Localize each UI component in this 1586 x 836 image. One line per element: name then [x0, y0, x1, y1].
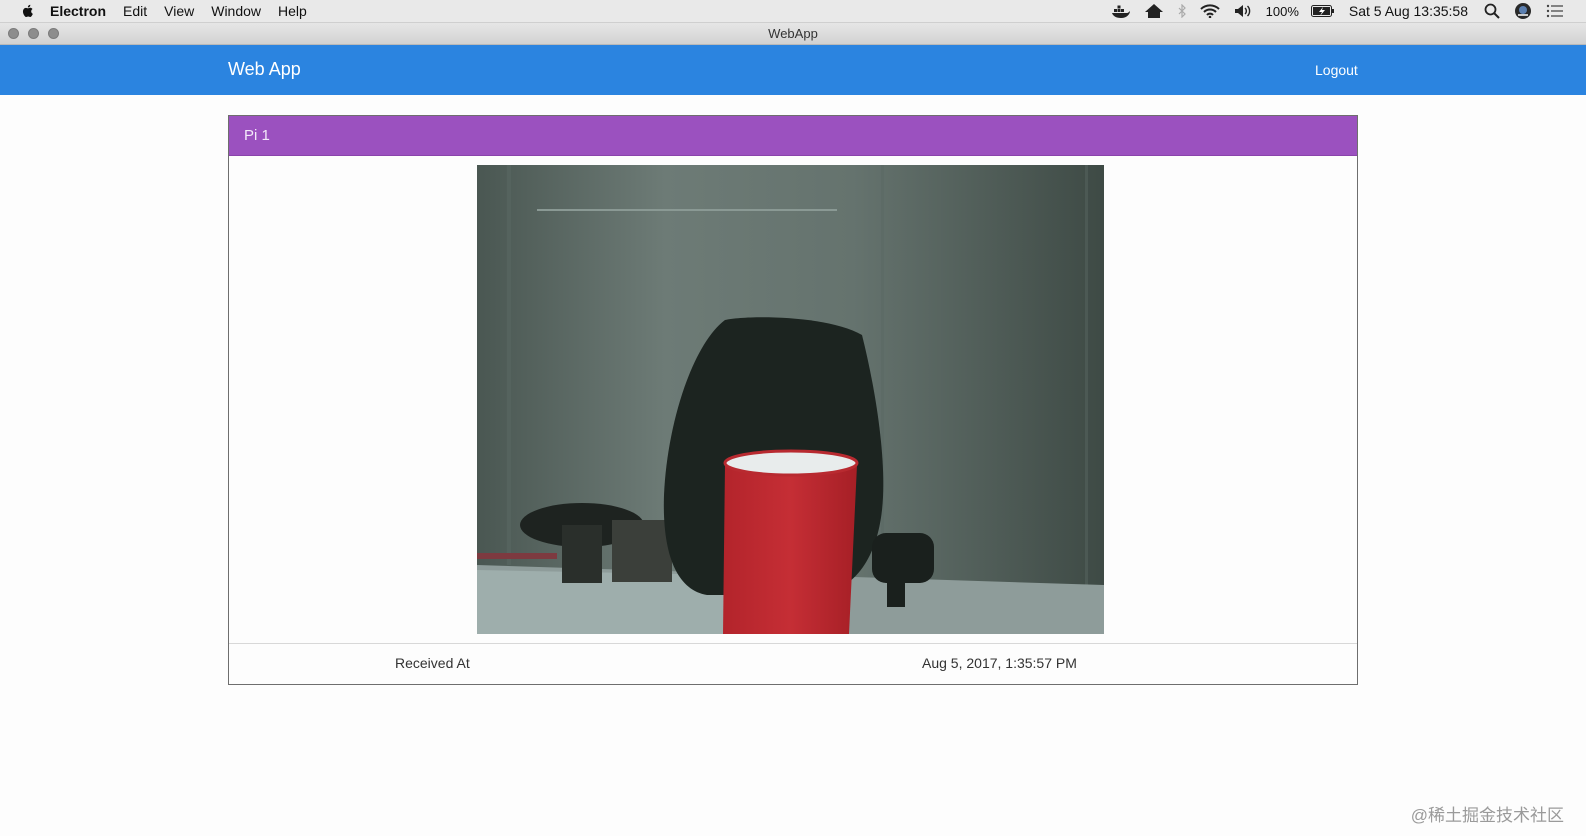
camera-snapshot-image — [477, 165, 1104, 634]
battery-percent: 100% — [1265, 3, 1299, 19]
volume-icon[interactable] — [1234, 4, 1252, 18]
navbar-brand[interactable]: Web App — [228, 59, 301, 80]
menu-help[interactable]: Help — [278, 3, 307, 19]
received-at-value: Aug 5, 2017, 1:35:57 PM — [922, 655, 1077, 671]
device-panel: Pi 1 Received At Aug 5, 2017, 1:35:57 PM — [228, 115, 1358, 685]
menu-view[interactable]: View — [164, 3, 194, 19]
menubar-status-area: 100% Sat 5 Aug 13:35:58 — [1111, 0, 1586, 22]
panel-body — [229, 156, 1357, 644]
battery-icon[interactable] — [1310, 5, 1335, 17]
panel-heading: Pi 1 — [229, 116, 1357, 156]
menu-window[interactable]: Window — [211, 3, 261, 19]
app-navbar: Web App Logout — [0, 45, 1586, 95]
notification-center-icon[interactable] — [1546, 4, 1564, 18]
window-titlebar: WebApp — [0, 23, 1586, 45]
watermark: @稀土掘金技术社区 — [1410, 806, 1564, 825]
received-at-row: Received At Aug 5, 2017, 1:35:57 PM — [229, 644, 1357, 686]
home-icon[interactable] — [1144, 3, 1164, 19]
user-avatar-icon[interactable] — [1514, 2, 1532, 20]
window-close-button[interactable] — [8, 28, 19, 39]
received-at-label: Received At — [395, 655, 470, 671]
wifi-icon[interactable] — [1199, 4, 1220, 18]
macos-menubar: Electron Edit View Window Help 100% Sat … — [0, 0, 1586, 23]
logout-link[interactable]: Logout — [1315, 62, 1358, 78]
docker-icon[interactable] — [1111, 4, 1130, 18]
spotlight-search-icon[interactable] — [1484, 3, 1500, 19]
clock[interactable]: Sat 5 Aug 13:35:58 — [1349, 3, 1468, 19]
window-zoom-button[interactable] — [48, 28, 59, 39]
panel-title: Pi 1 — [244, 127, 270, 144]
bluetooth-icon[interactable] — [1178, 4, 1186, 18]
menu-app-name[interactable]: Electron — [50, 3, 106, 19]
window-minimize-button[interactable] — [28, 28, 39, 39]
menu-edit[interactable]: Edit — [123, 3, 147, 19]
window-title: WebApp — [768, 26, 818, 41]
apple-icon[interactable] — [20, 3, 36, 19]
